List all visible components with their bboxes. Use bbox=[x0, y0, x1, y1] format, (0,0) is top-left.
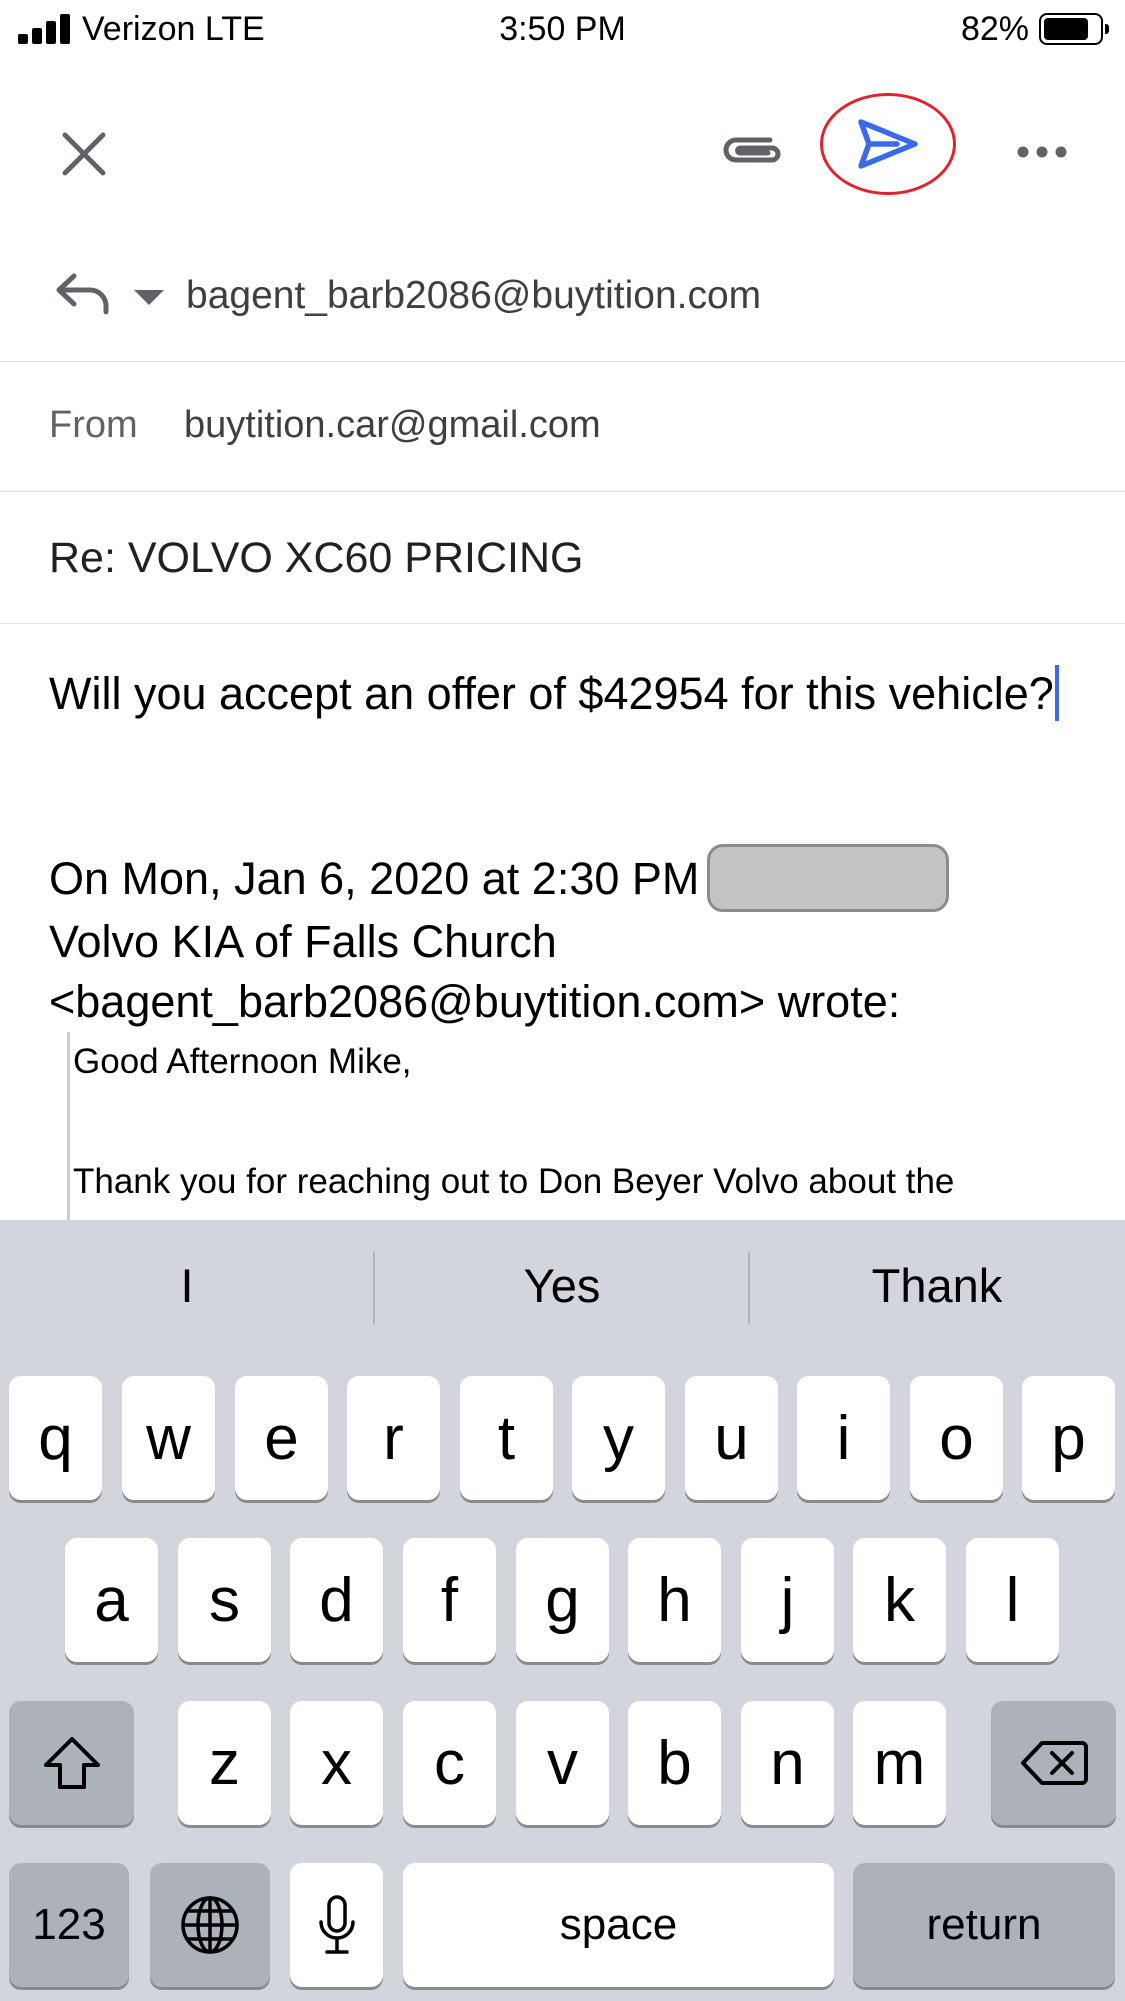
suggestion-3[interactable]: Thank bbox=[750, 1258, 1124, 1313]
shift-key[interactable] bbox=[9, 1701, 134, 1825]
key-j[interactable]: j bbox=[741, 1538, 834, 1662]
close-button[interactable] bbox=[44, 114, 124, 194]
battery-icon bbox=[1039, 13, 1109, 45]
key-g[interactable]: g bbox=[516, 1538, 609, 1662]
return-key[interactable]: return bbox=[853, 1863, 1115, 1987]
key-a[interactable]: a bbox=[65, 1538, 158, 1662]
close-icon bbox=[62, 132, 106, 176]
key-h[interactable]: h bbox=[628, 1538, 721, 1662]
key-m[interactable]: m bbox=[853, 1701, 946, 1825]
key-p[interactable]: p bbox=[1022, 1376, 1115, 1500]
dictation-key[interactable] bbox=[290, 1863, 383, 1987]
quoted-line: Thank you for reaching out to Don Beyer … bbox=[73, 1162, 955, 1201]
quote-sender: Volvo KIA of Falls Church bbox=[49, 916, 557, 967]
send-button[interactable] bbox=[820, 93, 956, 195]
microphone-icon bbox=[318, 1895, 355, 1954]
keyboard: I Yes Thank q w e r t y u i o p a s d f … bbox=[0, 1220, 1125, 2001]
key-v[interactable]: v bbox=[516, 1701, 609, 1825]
to-recipient[interactable]: bagent_barb2086@buytition.com bbox=[186, 274, 761, 318]
key-f[interactable]: f bbox=[403, 1538, 496, 1662]
quote-sender-email: <bagent_barb2086@buytition.com> wrote: bbox=[49, 976, 901, 1027]
key-z[interactable]: z bbox=[178, 1701, 271, 1825]
quoted-line: Good Afternoon Mike, bbox=[73, 1042, 412, 1081]
body-content: Will you accept an offer of $42954 for t… bbox=[49, 668, 1054, 719]
numbers-key[interactable]: 123 bbox=[9, 1863, 129, 1987]
suggestion-bar: I Yes Thank bbox=[0, 1220, 1125, 1356]
key-q[interactable]: q bbox=[9, 1376, 102, 1500]
space-key[interactable]: space bbox=[403, 1863, 834, 1987]
body-text[interactable]: Will you accept an offer of $42954 for t… bbox=[49, 664, 1089, 724]
globe-icon bbox=[181, 1896, 239, 1954]
status-time: 3:50 PM bbox=[499, 10, 626, 48]
backspace-key[interactable] bbox=[991, 1701, 1116, 1825]
key-n[interactable]: n bbox=[741, 1701, 834, 1825]
attachment-icon bbox=[723, 137, 781, 163]
key-t[interactable]: t bbox=[460, 1376, 553, 1500]
battery-percent: 82% bbox=[960, 10, 1029, 48]
key-k[interactable]: k bbox=[853, 1538, 946, 1662]
quoted-message: Good Afternoon Mike, Thank you for reach… bbox=[67, 1032, 1117, 1220]
from-label: From bbox=[49, 404, 138, 446]
compose-toolbar bbox=[0, 60, 1125, 230]
redacted-box bbox=[707, 844, 950, 912]
send-highlight-ring bbox=[820, 93, 956, 195]
from-row[interactable]: From buytition.car@gmail.com bbox=[0, 362, 1125, 492]
more-icon bbox=[1017, 146, 1067, 158]
key-b[interactable]: b bbox=[628, 1701, 721, 1825]
key-u[interactable]: u bbox=[685, 1376, 778, 1500]
to-row[interactable]: bagent_barb2086@buytition.com bbox=[0, 230, 1125, 362]
text-cursor bbox=[1054, 665, 1059, 721]
subject-field[interactable]: Re: VOLVO XC60 PRICING bbox=[49, 534, 583, 583]
suggestion-2[interactable]: Yes bbox=[375, 1258, 749, 1313]
quote-date: On Mon, Jan 6, 2020 at 2:30 PM bbox=[49, 853, 700, 904]
subject-row[interactable]: Re: VOLVO XC60 PRICING bbox=[0, 492, 1125, 624]
key-o[interactable]: o bbox=[910, 1376, 1003, 1500]
key-d[interactable]: d bbox=[290, 1538, 383, 1662]
backspace-icon bbox=[1020, 1741, 1088, 1785]
key-x[interactable]: x bbox=[290, 1701, 383, 1825]
reply-icon[interactable] bbox=[54, 270, 112, 316]
suggestion-1[interactable]: I bbox=[0, 1258, 374, 1313]
key-l[interactable]: l bbox=[966, 1538, 1059, 1662]
key-e[interactable]: e bbox=[235, 1376, 328, 1500]
key-r[interactable]: r bbox=[347, 1376, 440, 1500]
chevron-down-icon[interactable] bbox=[134, 290, 164, 306]
status-bar: Verizon LTE 3:50 PM 82% bbox=[0, 0, 1125, 60]
key-y[interactable]: y bbox=[572, 1376, 665, 1500]
shift-icon bbox=[43, 1737, 100, 1789]
globe-key[interactable] bbox=[150, 1863, 270, 1987]
key-i[interactable]: i bbox=[797, 1376, 890, 1500]
more-options-button[interactable] bbox=[1002, 122, 1082, 182]
quote-header: On Mon, Jan 6, 2020 at 2:30 PM Volvo KIA… bbox=[49, 844, 1109, 1032]
key-s[interactable]: s bbox=[178, 1538, 271, 1662]
attach-button[interactable] bbox=[712, 110, 792, 190]
key-w[interactable]: w bbox=[122, 1376, 215, 1500]
from-address[interactable]: buytition.car@gmail.com bbox=[184, 404, 601, 447]
message-body[interactable]: Will you accept an offer of $42954 for t… bbox=[0, 624, 1125, 1220]
key-c[interactable]: c bbox=[403, 1701, 496, 1825]
